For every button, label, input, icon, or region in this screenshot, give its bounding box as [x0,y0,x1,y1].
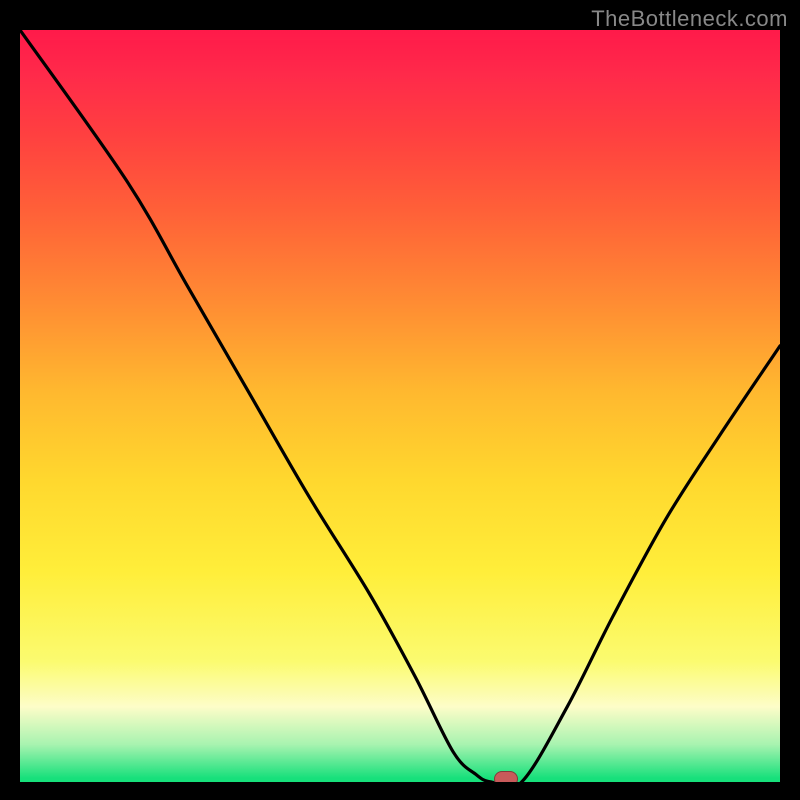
chart-frame: TheBottleneck.com [0,0,800,800]
bottleneck-curve [20,30,780,782]
optimal-marker [494,771,518,782]
plot-area [20,30,780,782]
watermark-text: TheBottleneck.com [591,6,788,32]
chart-title [0,0,1,1]
